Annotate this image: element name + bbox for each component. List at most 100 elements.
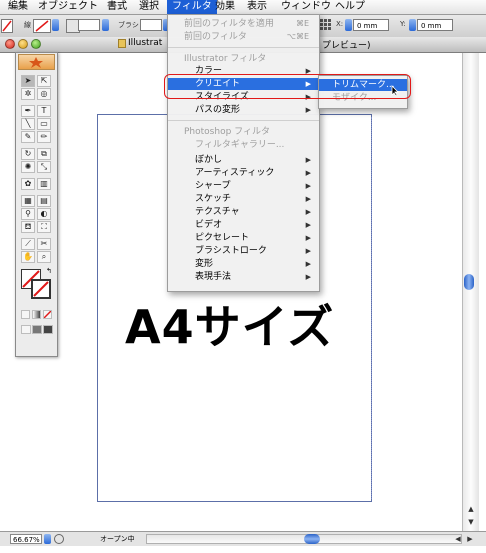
- direct-selection-tool-icon[interactable]: ⇱: [37, 75, 51, 87]
- menu-item-sketch[interactable]: スケッチ ▶: [168, 193, 319, 205]
- lasso-tool-icon[interactable]: ◎: [37, 88, 51, 100]
- menu-item-label: パスの変形: [195, 105, 241, 115]
- mesh-tool-icon[interactable]: ▦: [21, 195, 35, 207]
- menu-effect[interactable]: 効果: [210, 0, 240, 14]
- menu-item-distort[interactable]: 変形 ▶: [168, 258, 319, 270]
- menu-item-stylize-photoshop[interactable]: 表現手法 ▶: [168, 271, 319, 283]
- color-mode-icon[interactable]: [21, 310, 30, 319]
- x-stepper[interactable]: [345, 19, 352, 31]
- stroke-swatch-large[interactable]: [31, 279, 51, 299]
- submenu-arrow-icon: ▶: [305, 221, 311, 229]
- menu-window[interactable]: ウィンドウ: [276, 0, 336, 14]
- menu-shortcut: ⌘E: [295, 19, 309, 28]
- menu-bar: 編集 オブジェクト 書式 選択 フィルタ 効果 表示 ウィンドウ ヘルプ: [0, 0, 486, 15]
- symbol-sprayer-tool-icon[interactable]: ✿: [21, 178, 35, 190]
- zoom-dropdown[interactable]: [44, 534, 51, 544]
- menu-select[interactable]: 選択: [134, 0, 164, 14]
- vertical-scroll-thumb[interactable]: [464, 274, 474, 290]
- vertical-scrollbar[interactable]: [462, 53, 479, 531]
- zoom-field[interactable]: 66.67%: [10, 534, 42, 544]
- none-mode-icon[interactable]: [43, 310, 52, 319]
- menu-item-artistic[interactable]: アーティスティック ▶: [168, 167, 319, 179]
- submenu-arrow-icon: ▶: [305, 234, 311, 242]
- rotate-tool-icon[interactable]: ↻: [21, 148, 35, 160]
- status-circle-icon: [54, 534, 64, 544]
- window-title: Illustrat: [128, 38, 163, 48]
- submenu-arrow-icon: ▶: [305, 195, 311, 203]
- scissors-tool-icon[interactable]: ✂: [37, 238, 51, 250]
- artwork-text[interactable]: A4サイズ: [125, 291, 334, 357]
- standard-screen-mode-icon[interactable]: [21, 325, 31, 334]
- stroke-dropdown-arrow[interactable]: [52, 19, 59, 31]
- submenu-arrow-icon: ▶: [305, 169, 311, 177]
- menu-object[interactable]: オブジェクト: [33, 0, 103, 14]
- menu-item-apply-last-filter: 前回のフィルタを適用 ⌘E: [168, 18, 319, 30]
- menu-header-label: Illustrator フィルタ: [184, 54, 267, 64]
- fill-swatch[interactable]: [1, 19, 13, 33]
- menu-item-distort-transform[interactable]: パスの変形 ▶: [168, 104, 319, 116]
- y-stepper[interactable]: [409, 19, 416, 31]
- scroll-left-icon[interactable]: ◀: [452, 533, 464, 545]
- minimize-window-button[interactable]: [18, 39, 28, 49]
- menu-item-texture[interactable]: テクスチャ ▶: [168, 206, 319, 218]
- menu-item-sharpen[interactable]: シャープ ▶: [168, 180, 319, 192]
- menu-type[interactable]: 書式: [102, 0, 132, 14]
- magic-wand-tool-icon[interactable]: ✲: [21, 88, 35, 100]
- menu-view[interactable]: 表示: [242, 0, 272, 14]
- x-field[interactable]: 0 mm: [353, 19, 389, 31]
- submenu-arrow-icon: ▶: [305, 273, 311, 281]
- menu-item-label: 変形: [195, 259, 214, 269]
- submenu-arrow-icon: ▶: [305, 156, 311, 164]
- stroke-weight-dropdown[interactable]: [102, 19, 109, 31]
- blend-tool-icon[interactable]: ◐: [37, 208, 51, 220]
- scroll-up-icon[interactable]: ▲: [465, 503, 477, 515]
- menu-item-label: フィルタギャラリー...: [195, 140, 285, 150]
- illustrator-logo-icon: [18, 54, 55, 70]
- type-tool-icon[interactable]: T: [37, 105, 51, 117]
- close-window-button[interactable]: [5, 39, 15, 49]
- menu-item-brush-strokes[interactable]: ブラシストローク ▶: [168, 245, 319, 257]
- menu-help[interactable]: ヘルプ: [330, 0, 370, 14]
- full-screen-menu-mode-icon[interactable]: [32, 325, 42, 334]
- pen-tool-icon[interactable]: ✒: [21, 105, 35, 117]
- full-screen-mode-icon[interactable]: [43, 325, 53, 334]
- zoom-window-button[interactable]: [31, 39, 41, 49]
- free-transform-tool-icon[interactable]: ⤡: [37, 161, 51, 173]
- paintbrush-tool-icon[interactable]: ✎: [21, 131, 35, 143]
- swap-fill-stroke-icon[interactable]: ↰: [46, 267, 52, 275]
- warp-tool-icon[interactable]: ✺: [21, 161, 35, 173]
- reference-point-icon[interactable]: [320, 19, 331, 31]
- menu-item-pixelate[interactable]: ピクセレート ▶: [168, 232, 319, 244]
- pencil-tool-icon[interactable]: ✏: [37, 131, 51, 143]
- scale-tool-icon[interactable]: ⧉: [37, 148, 51, 160]
- selection-tool-icon[interactable]: ➤: [21, 75, 35, 87]
- live-paint-tool-icon[interactable]: ⛾: [21, 221, 35, 233]
- stroke-weight-field[interactable]: [78, 19, 100, 31]
- live-paint-selection-tool-icon[interactable]: ⛶: [37, 221, 51, 233]
- menu-item-filter-gallery: フィルタギャラリー...: [168, 139, 319, 151]
- gradient-mode-icon[interactable]: [32, 310, 41, 319]
- menu-item-blur[interactable]: ぼかし ▶: [168, 154, 319, 166]
- y-field[interactable]: 0 mm: [417, 19, 453, 31]
- stroke-swatch[interactable]: [33, 19, 51, 33]
- gradient-tool-icon[interactable]: ▤: [37, 195, 51, 207]
- menu-header-photoshop-filters: Photoshop フィルタ: [168, 126, 319, 138]
- rectangle-tool-icon[interactable]: ▭: [37, 118, 51, 130]
- menu-item-last-filter: 前回のフィルタ ⌥⌘E: [168, 31, 319, 43]
- menu-item-video[interactable]: ビデオ ▶: [168, 219, 319, 231]
- submenu-arrow-icon: ▶: [305, 106, 311, 114]
- scroll-down-icon[interactable]: ▼: [465, 516, 477, 528]
- zoom-tool-icon[interactable]: ⌕: [37, 251, 51, 263]
- scroll-right-icon[interactable]: ▶: [464, 533, 476, 545]
- horizontal-scroll-thumb[interactable]: [304, 534, 320, 544]
- graph-tool-icon[interactable]: ▥: [37, 178, 51, 190]
- brush-field[interactable]: [140, 19, 162, 31]
- slice-tool-icon[interactable]: ⟋: [21, 238, 35, 250]
- hand-tool-icon[interactable]: ✋: [21, 251, 35, 263]
- eyedropper-tool-icon[interactable]: ⚲: [21, 208, 35, 220]
- menu-separator: [168, 120, 319, 121]
- menu-edit[interactable]: 編集: [3, 0, 33, 14]
- line-tool-icon[interactable]: ╲: [21, 118, 35, 130]
- page-tile-boundary: [371, 117, 372, 499]
- submenu-arrow-icon: ▶: [305, 182, 311, 190]
